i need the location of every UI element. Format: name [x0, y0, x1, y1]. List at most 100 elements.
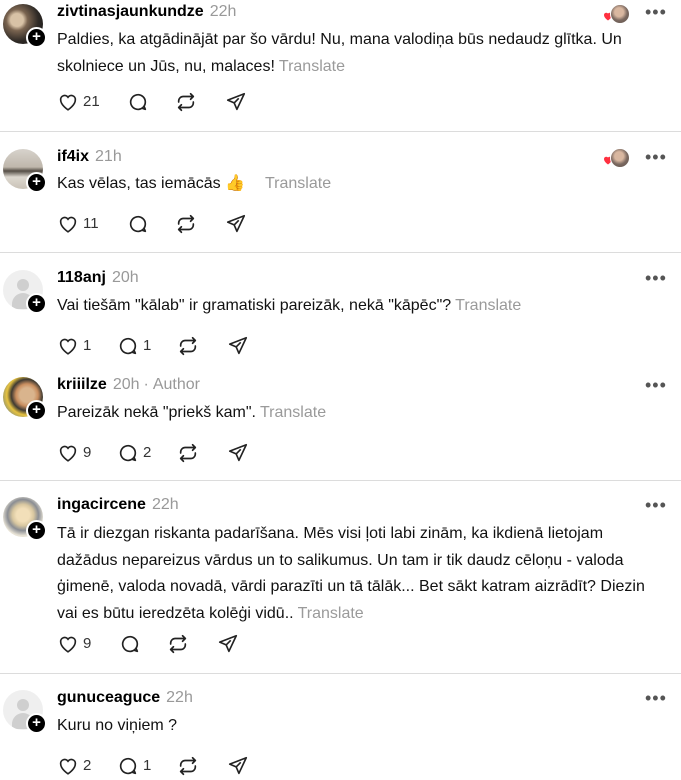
reply-icon: [129, 215, 147, 233]
translate-link[interactable]: Translate: [260, 404, 326, 421]
username[interactable]: kriiilze: [57, 376, 107, 393]
repost-button[interactable]: [167, 632, 191, 656]
post-body: Kas vēlas, tas iemācās 👍: [57, 175, 245, 192]
reply-count: 1: [143, 337, 152, 354]
timestamp[interactable]: 22h: [152, 496, 179, 513]
share-button[interactable]: [227, 441, 251, 465]
like-count: 9: [83, 635, 92, 652]
like-button[interactable]: 2: [57, 754, 97, 778]
like-button[interactable]: 11: [57, 212, 107, 236]
reply-icon: [119, 757, 137, 775]
repost-button[interactable]: [175, 90, 199, 114]
post-body: Kuru no viņiem ?: [57, 717, 178, 734]
translate-link[interactable]: Translate: [265, 175, 331, 192]
heart-icon: [59, 338, 77, 355]
share-button[interactable]: [225, 90, 249, 114]
like-button[interactable]: 1: [57, 334, 97, 358]
share-icon: [218, 634, 238, 653]
reply-button[interactable]: 2: [117, 441, 157, 465]
heart-icon: [59, 758, 77, 775]
avatar[interactable]: +: [3, 377, 47, 421]
username[interactable]: 118anj: [57, 269, 106, 286]
separator-dot: ·: [143, 376, 149, 393]
share-button[interactable]: [227, 754, 251, 778]
repost-icon: [179, 756, 197, 776]
reply-icon: [119, 444, 137, 462]
repost-button[interactable]: [177, 334, 201, 358]
translate-link[interactable]: Translate: [298, 605, 364, 622]
reply-button[interactable]: [127, 212, 151, 236]
like-button[interactable]: 21: [57, 90, 107, 114]
more-icon[interactable]: •••: [645, 3, 666, 21]
heart-icon: [59, 445, 77, 462]
timestamp[interactable]: 22h: [210, 3, 237, 20]
share-button[interactable]: [227, 334, 251, 358]
heart-icon: [59, 216, 77, 233]
share-button[interactable]: [225, 212, 249, 236]
username[interactable]: gunuceaguce: [57, 689, 160, 706]
avatar[interactable]: +: [3, 270, 47, 314]
translate-link[interactable]: Translate: [455, 297, 521, 314]
like-count: 2: [83, 757, 92, 774]
share-icon: [228, 443, 248, 462]
repost-button[interactable]: [177, 754, 201, 778]
username[interactable]: ingacircene: [57, 496, 146, 513]
liked-by-author-indicator[interactable]: [602, 148, 632, 168]
timestamp[interactable]: 21h: [95, 148, 122, 165]
post-text: Tā ir diezgan riskanta padarīšana. Mēs v…: [57, 521, 667, 627]
timestamp[interactable]: 20h: [112, 269, 139, 286]
repost-icon: [177, 214, 195, 234]
post-header: 118anj 20h: [57, 269, 139, 289]
reply-count: 2: [143, 444, 152, 461]
follow-plus-icon[interactable]: +: [26, 27, 47, 48]
repost-button[interactable]: [175, 212, 199, 236]
avatar[interactable]: +: [3, 690, 47, 734]
timestamp[interactable]: 20h: [113, 376, 140, 393]
reply-button[interactable]: [127, 90, 151, 114]
repost-icon: [179, 336, 197, 356]
post-header: ingacircene 22h: [57, 496, 179, 516]
repost-icon: [177, 92, 195, 112]
post-text: Kas vēlas, tas iemācās 👍 Translate: [57, 171, 657, 198]
post-text: Vai tiešām "kālab" ir gramatiski pareizā…: [57, 293, 657, 320]
author-avatar-mini: [610, 148, 630, 168]
share-icon: [226, 92, 246, 111]
post-header: gunuceaguce 22h: [57, 689, 193, 709]
username[interactable]: if4ix: [57, 148, 89, 165]
avatar[interactable]: +: [3, 497, 47, 541]
repost-button[interactable]: [177, 441, 201, 465]
post-body: Pareizāk nekā "priekš kam".: [57, 404, 256, 421]
more-icon[interactable]: •••: [645, 269, 666, 287]
avatar[interactable]: +: [3, 149, 47, 193]
divider: [0, 252, 681, 253]
follow-plus-icon[interactable]: +: [26, 172, 47, 193]
like-button[interactable]: 9: [57, 632, 97, 656]
more-icon[interactable]: •••: [645, 689, 666, 707]
like-button[interactable]: 9: [57, 441, 97, 465]
reply-button[interactable]: [119, 632, 143, 656]
divider: [0, 131, 681, 132]
share-icon: [228, 756, 248, 775]
reply-button[interactable]: 1: [117, 334, 157, 358]
like-count: 11: [83, 215, 99, 232]
repost-icon: [179, 443, 197, 463]
follow-plus-icon[interactable]: +: [26, 293, 47, 314]
timestamp[interactable]: 22h: [166, 689, 193, 706]
follow-plus-icon[interactable]: +: [26, 520, 47, 541]
post-header: kriiilze 20h · Author: [57, 376, 200, 396]
post-header: if4ix 21h: [57, 148, 122, 168]
more-icon[interactable]: •••: [645, 376, 666, 394]
divider: [0, 673, 681, 674]
reply-button[interactable]: 1: [117, 754, 157, 778]
avatar[interactable]: +: [3, 4, 47, 48]
more-icon[interactable]: •••: [645, 148, 666, 166]
follow-plus-icon[interactable]: +: [26, 400, 47, 421]
username[interactable]: zivtinasjaunkundze: [57, 3, 204, 20]
follow-plus-icon[interactable]: +: [26, 713, 47, 734]
like-count: 21: [83, 93, 100, 110]
post-text: Paldies, ka atgādinājāt par šo vārdu! Nu…: [57, 27, 657, 80]
more-icon[interactable]: •••: [645, 496, 666, 514]
translate-link[interactable]: Translate: [279, 58, 345, 75]
liked-by-author-indicator[interactable]: [602, 4, 632, 24]
share-button[interactable]: [217, 632, 241, 656]
